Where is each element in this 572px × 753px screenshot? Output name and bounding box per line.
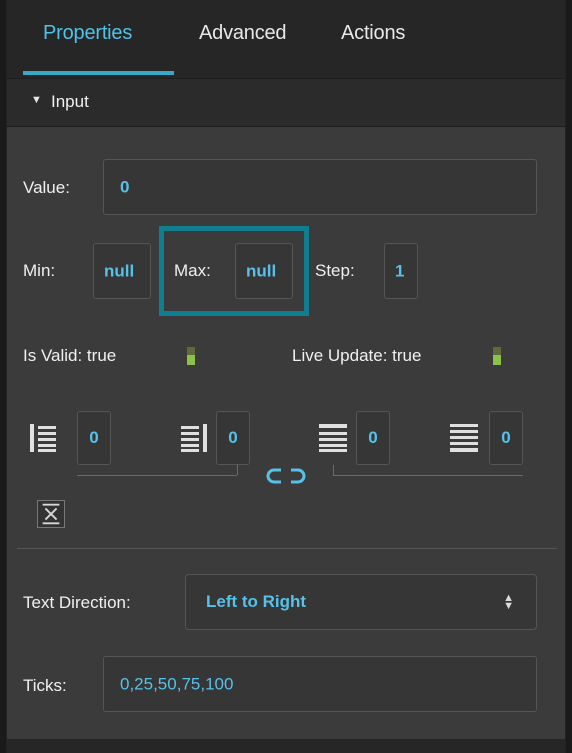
toggle-on-indicator [493,355,501,365]
link-connector-line [333,475,523,476]
value-input[interactable]: 0 [103,159,537,215]
updown-arrows-icon: ▲ ▼ [503,592,514,612]
section-header-input[interactable]: ▼ Input [7,78,565,127]
align-left-padding-icon [30,424,56,452]
active-tab-indicator [23,71,174,75]
padding-bottom-input[interactable]: 0 [489,411,523,465]
collapse-icon[interactable] [37,500,65,528]
min-input[interactable]: null [93,243,151,299]
step-text: 1 [395,261,405,281]
caret-down-icon: ▼ [31,94,42,106]
ticks-input[interactable]: 0,25,50,75,100 [103,656,537,712]
padding-top-text: 0 [368,428,378,447]
properties-panel: Properties Advanced Actions ▼ Input Valu… [6,0,566,753]
padding-left-input[interactable]: 0 [77,411,111,465]
padding-bottom-text: 0 [501,428,511,447]
min-text: null [104,261,135,281]
tab-actions[interactable]: Actions [341,22,405,45]
section-title: Input [51,92,89,111]
section-divider [17,548,557,549]
panel-footer [7,739,565,753]
live-update-toggle[interactable] [492,346,502,366]
value-text: 0 [120,177,130,197]
align-bottom-padding-icon [450,424,478,452]
align-top-padding-icon [319,424,347,452]
tab-advanced[interactable]: Advanced [199,22,287,45]
ticks-label: Ticks: [23,676,67,695]
ticks-text: 0,25,50,75,100 [120,674,234,694]
step-label: Step: [315,261,355,280]
is-valid-label: Is Valid: true [23,346,117,365]
live-update-label: Live Update: true [292,346,422,365]
step-input[interactable]: 1 [384,243,418,299]
tab-bar: Properties Advanced Actions [7,0,565,78]
padding-right-text: 0 [228,428,238,447]
link-connector-line [237,465,238,475]
padding-left-text: 0 [89,428,99,447]
padding-top-input[interactable]: 0 [356,411,390,465]
value-label: Value: [23,178,70,197]
max-text: null [246,261,277,281]
max-label: Max: [174,261,211,280]
align-right-padding-icon [181,424,207,452]
tab-properties[interactable]: Properties [43,22,132,45]
link-icon[interactable] [265,466,307,486]
is-valid-toggle[interactable] [186,346,196,366]
text-direction-label: Text Direction: [23,593,131,612]
max-input[interactable]: null [235,243,293,299]
link-connector-line [77,475,237,476]
text-direction-select[interactable]: Left to Right ▲ ▼ [185,574,537,630]
link-connector-line [333,465,334,475]
toggle-on-indicator [187,355,195,365]
text-direction-value: Left to Right [206,592,307,611]
min-label: Min: [23,261,56,280]
padding-right-input[interactable]: 0 [216,411,250,465]
